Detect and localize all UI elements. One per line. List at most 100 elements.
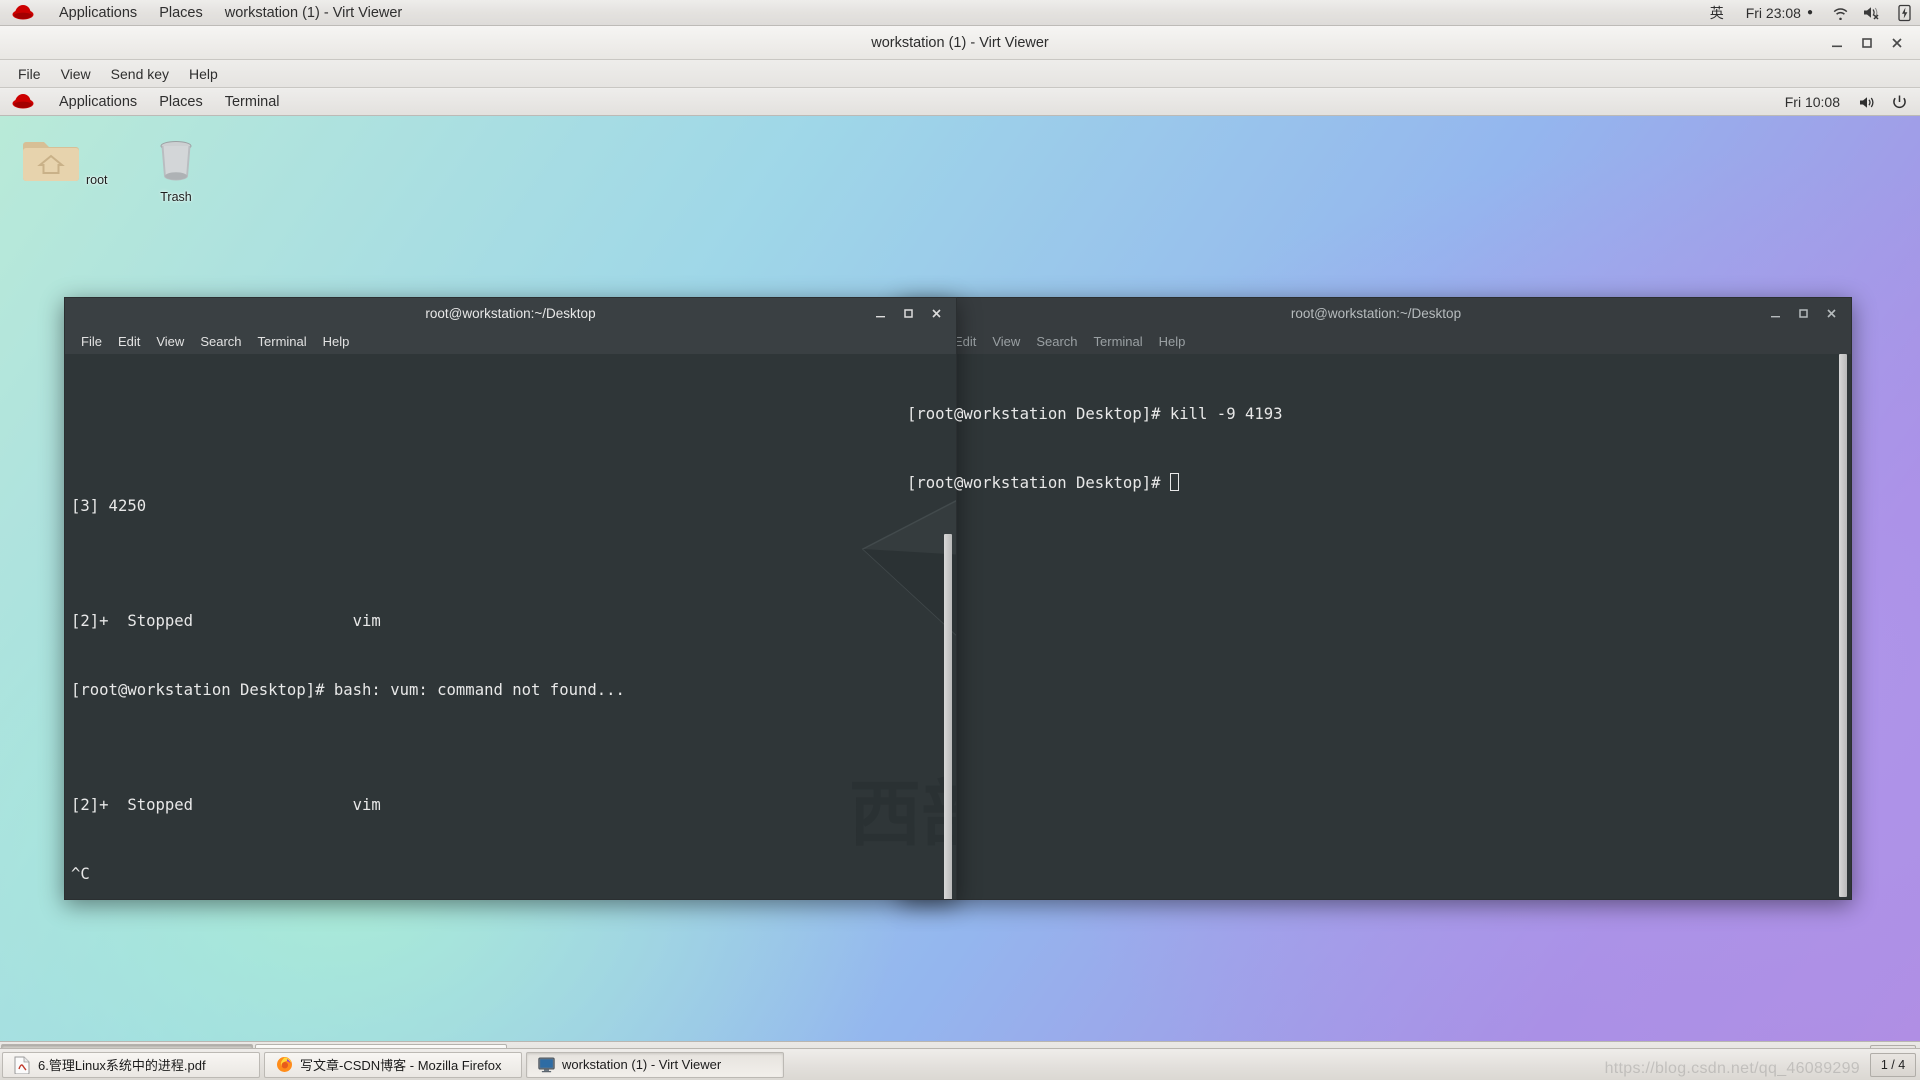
power-icon[interactable] [1888, 91, 1910, 113]
virt-viewer-menubar: File View Send key Help [0, 60, 1920, 88]
virt-viewer-window: workstation (1) - Virt Viewer File View … [0, 26, 1920, 1068]
host-menu-applications-label: Applications [59, 4, 138, 21]
host-taskbar-item-firefox[interactable]: 写文章-CSDN博客 - Mozilla Firefox [264, 1051, 522, 1078]
host-window-list-item[interactable]: workstation (1) - Virt Viewer [214, 0, 414, 26]
terminal-left-menu-help[interactable]: Help [315, 328, 358, 354]
redhat-logo-icon [11, 2, 37, 24]
host-clock[interactable]: Fri 23:08 ● [1735, 0, 1824, 26]
terminal-left-window-buttons [866, 298, 950, 329]
host-taskbar-item-label: workstation (1) - Virt Viewer [562, 1057, 722, 1072]
terminal-left-menu-terminal[interactable]: Terminal [250, 328, 315, 354]
minimize-icon[interactable] [866, 300, 894, 328]
terminal-right-menu-help-label: Help [1158, 333, 1186, 349]
host-taskbar: 6.管理Linux系统中的进程.pdf 写文章-CSDN博客 - Mozilla… [0, 1048, 1920, 1080]
terminal-right-menubar: File Edit View Search Terminal Help [900, 328, 1852, 354]
terminal-left-menubar: File Edit View Search Terminal Help [64, 328, 957, 354]
virt-menu-help-label: Help [189, 65, 218, 82]
maximize-icon[interactable] [894, 300, 922, 328]
redhat-logo-guest[interactable] [0, 89, 48, 115]
maximize-icon[interactable] [1789, 300, 1817, 328]
desktop-icon-root[interactable]: root [18, 134, 114, 187]
desktop-icon-root-label: root [85, 173, 108, 187]
host-taskbar-item-label: 6.管理Linux系统中的进程.pdf [38, 1058, 206, 1073]
terminal-left-menu-edit-label: Edit [117, 333, 141, 349]
terminal-right-menu-edit-label: Edit [953, 333, 977, 349]
terminal-left-line: ^C [71, 865, 90, 883]
wifi-icon[interactable] [1829, 2, 1851, 24]
guest-menu-applications[interactable]: Applications [48, 89, 148, 115]
terminal-left-scrollbar-thumb[interactable] [944, 534, 952, 899]
virt-menu-file[interactable]: File [8, 60, 51, 88]
close-icon[interactable] [922, 300, 950, 328]
terminal-left-scrollbar[interactable] [942, 354, 954, 899]
terminal-right-menu-search-label: Search [1036, 333, 1078, 349]
terminal-left-titlebar[interactable]: root@workstation:~/Desktop [64, 297, 957, 328]
desktop-icon-trash-label: Trash [160, 190, 192, 204]
terminal-right-menu-search[interactable]: Search [1028, 328, 1085, 354]
host-clock-label: Fri 23:08 [1745, 4, 1801, 21]
terminal-left-menu-search-label: Search [200, 333, 242, 349]
terminal-window-left[interactable]: root@workstation:~/Desktop File Edit Vie… [64, 297, 957, 900]
ime-indicator-label: 英 [1709, 4, 1724, 21]
terminal-left-body[interactable]: 西部开源 [3] 4250 [2]+ Stopped vim [root@wor… [64, 354, 957, 900]
guest-top-panel: Applications Places Terminal Fri 10:08 [0, 89, 1920, 116]
host-workspace-switcher[interactable]: 1 / 4 [1870, 1052, 1916, 1077]
host-taskbar-item-label: 写文章-CSDN博客 - Mozilla Firefox [300, 1058, 502, 1073]
terminal-right-scrollbar-thumb[interactable] [1839, 354, 1847, 897]
minimize-icon[interactable] [1822, 28, 1852, 58]
virt-menu-file-label: File [18, 65, 41, 82]
speaker-icon[interactable] [1856, 91, 1878, 113]
virt-menu-help[interactable]: Help [179, 60, 228, 88]
terminal-right-titlebar[interactable]: root@workstation:~/Desktop [900, 297, 1852, 328]
terminal-left-menu-search[interactable]: Search [192, 328, 249, 354]
guest-menu-terminal[interactable]: Terminal [214, 89, 291, 115]
guest-menu-places[interactable]: Places [148, 89, 214, 115]
terminal-left-menu-terminal-label: Terminal [257, 333, 307, 349]
terminal-left-menu-file[interactable]: File [73, 328, 110, 354]
terminal-right-scrollbar[interactable] [1837, 354, 1849, 899]
terminal-left-line: [root@workstation Desktop]# bash: vum: c… [71, 681, 625, 699]
terminal-left-line: [3] 4250 [71, 497, 147, 515]
guest-desktop[interactable]: root Trash root@workstation:~/Desktop Ed… [0, 116, 1920, 1041]
host-taskbar-item-pdf[interactable]: 6.管理Linux系统中的进程.pdf [2, 1051, 260, 1078]
close-icon[interactable] [1882, 28, 1912, 58]
host-menu-places[interactable]: Places [148, 0, 214, 26]
virt-menu-view[interactable]: View [51, 60, 101, 88]
speaker-muted-icon[interactable] [1861, 2, 1883, 24]
guest-vm-screen: Applications Places Terminal Fri 10:08 r… [0, 89, 1920, 1068]
terminal-left-menu-view[interactable]: View [148, 328, 192, 354]
desktop-icon-trash[interactable]: Trash [128, 134, 224, 204]
virt-viewer-titlebar[interactable]: workstation (1) - Virt Viewer [0, 26, 1920, 60]
minimize-icon[interactable] [1761, 300, 1789, 328]
maximize-icon[interactable] [1852, 28, 1882, 58]
terminal-right-title: root@workstation:~/Desktop [1290, 305, 1462, 321]
guest-clock[interactable]: Fri 10:08 [1774, 89, 1851, 115]
host-taskbar-item-virt-viewer[interactable]: workstation (1) - Virt Viewer [526, 1051, 784, 1078]
terminal-window-right[interactable]: root@workstation:~/Desktop Edit View Sea… [900, 297, 1852, 900]
ime-indicator[interactable]: 英 [1699, 0, 1735, 26]
terminal-right-menu-terminal-label: Terminal [1093, 333, 1143, 349]
host-workspace-label: 1 / 4 [1880, 1057, 1906, 1072]
close-icon[interactable] [1817, 300, 1845, 328]
terminal-left-menu-file-label: File [81, 333, 102, 349]
virt-menu-send-key[interactable]: Send key [101, 60, 179, 88]
terminal-right-menu-view[interactable]: View [984, 328, 1028, 354]
virt-menu-view-label: View [60, 65, 91, 82]
terminal-left-menu-edit[interactable]: Edit [110, 328, 148, 354]
terminal-right-menu-terminal[interactable]: Terminal [1086, 328, 1151, 354]
terminal-right-menu-help[interactable]: Help [1151, 328, 1194, 354]
terminal-right-prompt-line: [root@workstation Desktop]# [904, 472, 1851, 495]
terminal-right-body[interactable]: [root@workstation Desktop]# kill -9 4193… [900, 354, 1852, 900]
redhat-logo-host[interactable] [0, 0, 48, 26]
guest-menu-applications-label: Applications [59, 94, 138, 110]
terminal-left-title: root@workstation:~/Desktop [425, 305, 596, 321]
virt-viewer-title: workstation (1) - Virt Viewer [871, 34, 1049, 51]
host-menu-applications[interactable]: Applications [48, 0, 148, 26]
battery-charging-icon[interactable] [1893, 2, 1915, 24]
virt-menu-send-key-label: Send key [110, 65, 170, 82]
terminal-right-window-buttons [1761, 298, 1845, 329]
pdf-icon [13, 1056, 31, 1074]
terminal-left-line: [2]+ Stopped vim [71, 612, 381, 630]
host-top-panel: Applications Places workstation (1) - Vi… [0, 0, 1920, 26]
guest-menu-terminal-label: Terminal [224, 94, 280, 110]
